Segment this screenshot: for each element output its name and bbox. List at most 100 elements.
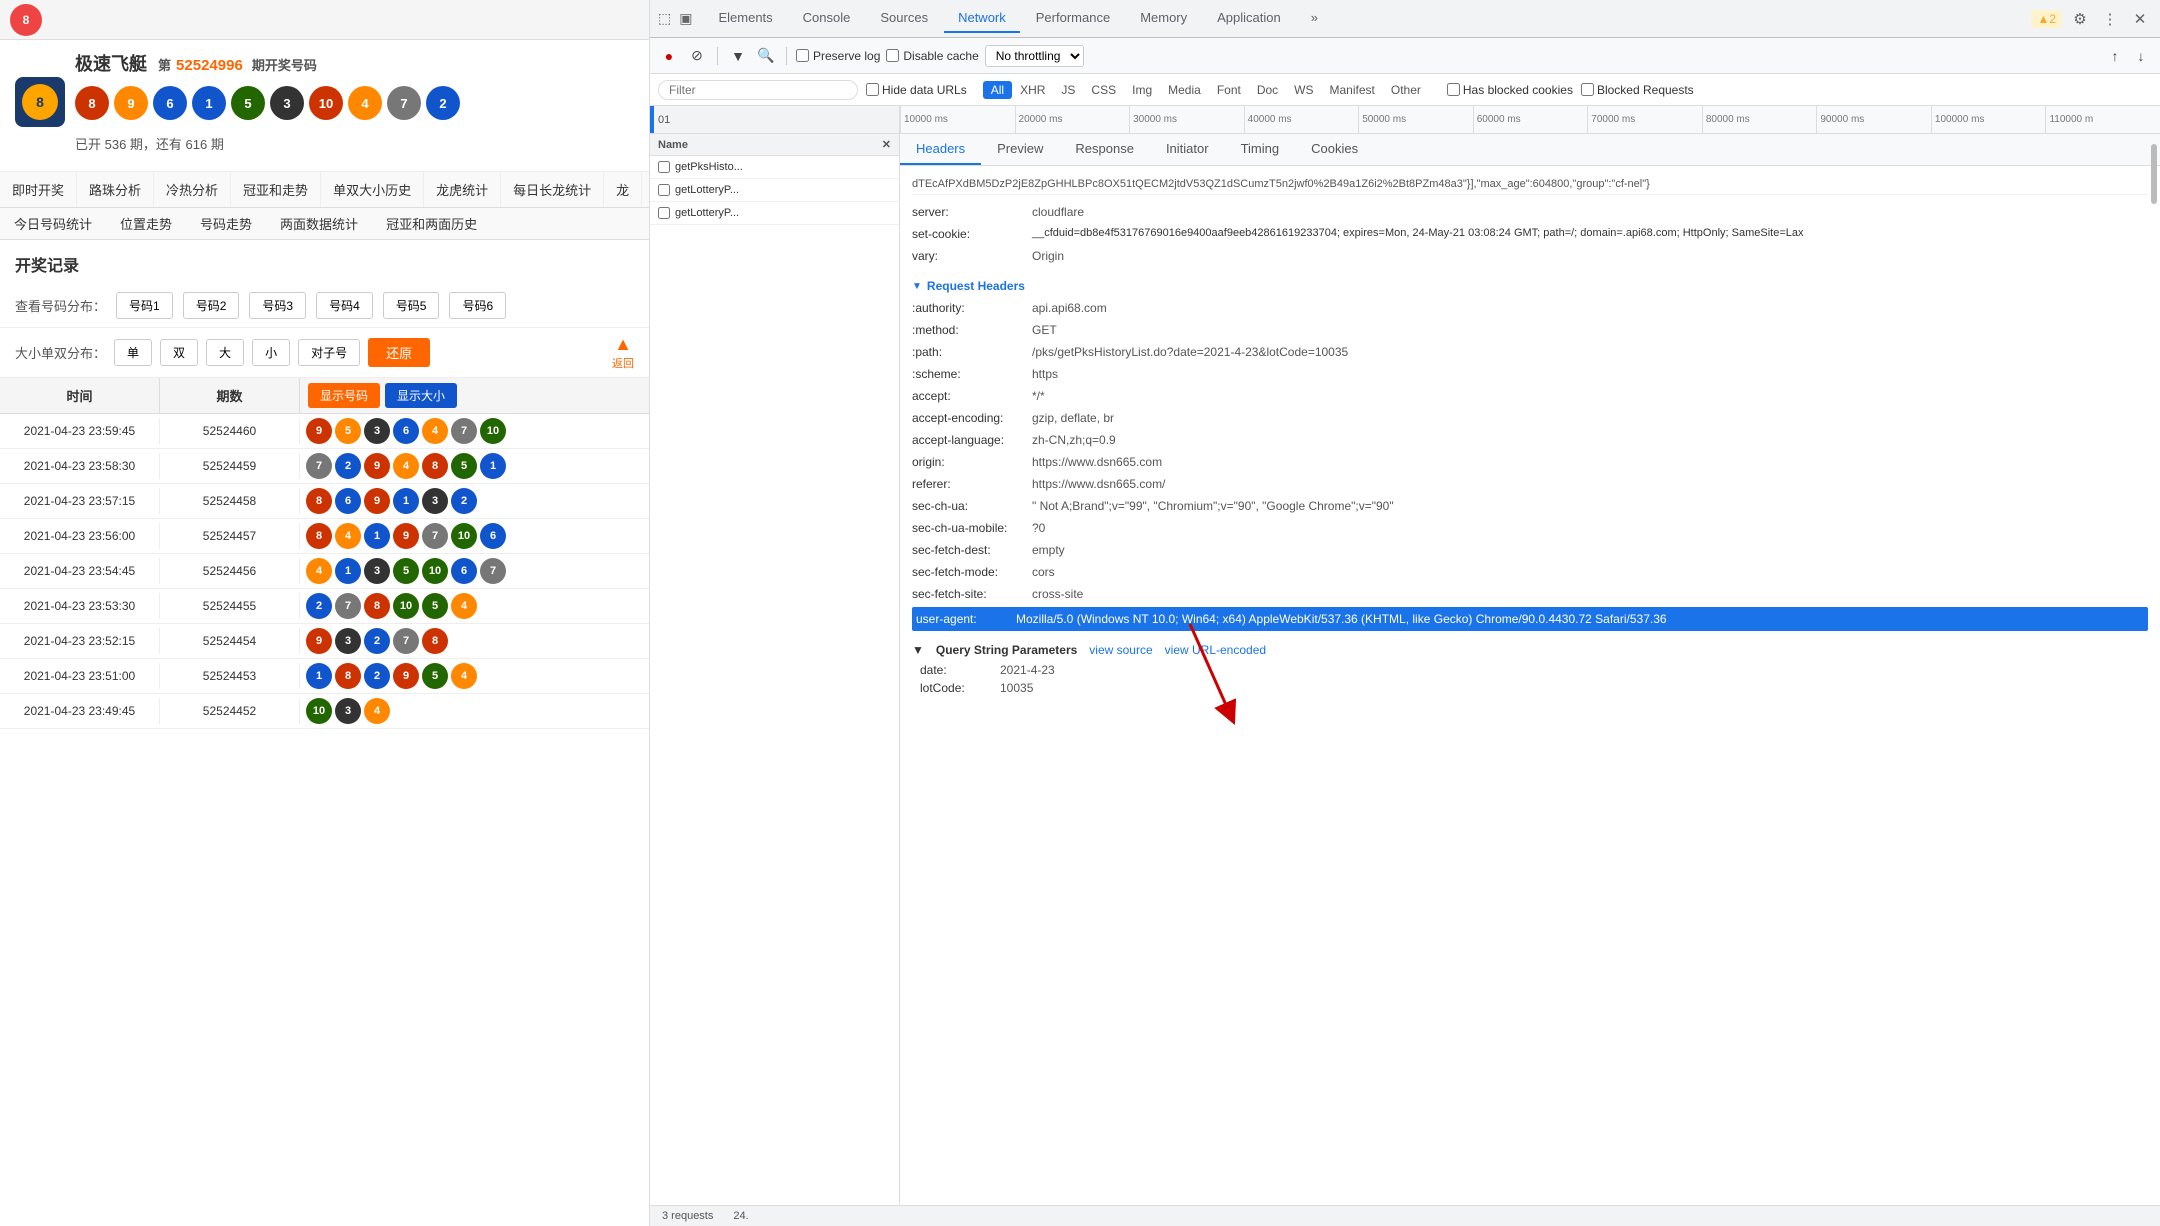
filter-font[interactable]: Font — [1209, 81, 1249, 99]
request-item-3[interactable]: getLotteryP... — [650, 202, 899, 225]
small-ball: 2 — [451, 488, 477, 514]
filter2-btn-single[interactable]: 单 — [114, 339, 152, 366]
hide-data-urls-input[interactable] — [866, 83, 879, 96]
filter2-btn-small[interactable]: 小 — [252, 339, 290, 366]
detail-tabs: Headers Preview Response Initiator Timin… — [900, 134, 2160, 166]
menu-daily[interactable]: 每日长龙统计 — [501, 172, 604, 207]
settings-icon[interactable]: ⚙ — [2068, 7, 2092, 31]
menu-roadmap[interactable]: 路珠分析 — [77, 172, 154, 207]
tab-response[interactable]: Response — [1059, 134, 1150, 165]
search-button[interactable]: 🔍 — [755, 45, 777, 67]
filter-doc[interactable]: Doc — [1249, 81, 1286, 99]
filter-input[interactable] — [658, 80, 858, 100]
filter2-btn-double[interactable]: 双 — [160, 339, 198, 366]
has-blocked-cookies-input[interactable] — [1447, 83, 1460, 96]
sub-menu-today[interactable]: 今日号码统计 — [0, 208, 106, 239]
request-headers-divider[interactable]: ▼ Request Headers — [912, 273, 2148, 297]
menu-hot-cold[interactable]: 冷热分析 — [154, 172, 231, 207]
menu-history[interactable]: 单双大小历史 — [321, 172, 424, 207]
tab-timing[interactable]: Timing — [1225, 134, 1296, 165]
tab-application[interactable]: Application — [1203, 4, 1295, 33]
tab-console[interactable]: Console — [789, 4, 865, 33]
blocked-requests-checkbox[interactable]: Blocked Requests — [1581, 83, 1694, 97]
rh-vary: vary: Origin — [912, 245, 2148, 267]
tab-memory[interactable]: Memory — [1126, 4, 1201, 33]
stop-button[interactable]: ⊘ — [686, 45, 708, 67]
tab-elements[interactable]: Elements — [704, 4, 786, 33]
has-blocked-cookies-checkbox[interactable]: Has blocked cookies — [1447, 83, 1573, 97]
preserve-log-input[interactable] — [796, 49, 809, 62]
tab-network[interactable]: Network — [944, 4, 1020, 33]
filter-btn-1[interactable]: 号码1 — [116, 292, 173, 319]
export-button[interactable]: ↓ — [2130, 45, 2152, 67]
filter-manifest[interactable]: Manifest — [1322, 81, 1383, 99]
req-checkbox-2[interactable] — [658, 184, 670, 196]
scrollbar-thumb[interactable] — [2151, 144, 2157, 204]
filter-other[interactable]: Other — [1383, 81, 1429, 99]
more-options-icon[interactable]: ⋮ — [2098, 7, 2122, 31]
filter2-btn-pair[interactable]: 对子号 — [298, 339, 360, 366]
tick-80000: 80000 ms — [1702, 106, 1817, 134]
tab-initiator[interactable]: Initiator — [1150, 134, 1225, 165]
show-number-btn[interactable]: 显示号码 — [308, 383, 380, 408]
tab-performance[interactable]: Performance — [1022, 4, 1124, 33]
filter-btn-5[interactable]: 号码5 — [383, 292, 440, 319]
small-ball: 5 — [335, 418, 361, 444]
sub-menu-number[interactable]: 号码走势 — [186, 208, 266, 239]
filter-all[interactable]: All — [983, 81, 1012, 99]
tab-cookies[interactable]: Cookies — [1295, 134, 1374, 165]
tab-preview[interactable]: Preview — [981, 134, 1059, 165]
timeline-marker — [650, 106, 654, 134]
filter2-btn-big[interactable]: 大 — [206, 339, 244, 366]
filter-btn-4[interactable]: 号码4 — [316, 292, 373, 319]
tab-sources[interactable]: Sources — [866, 4, 942, 33]
sub-menu-two-side-history[interactable]: 冠亚和两面历史 — [372, 208, 491, 239]
rh-sec-ch-ua-mobile: sec-ch-ua-mobile: ?0 — [912, 517, 2148, 539]
menu-dragon[interactable]: 龙 — [604, 172, 642, 207]
close-detail-icon[interactable]: ✕ — [882, 138, 891, 151]
menu-instant[interactable]: 即时开奖 — [0, 172, 77, 207]
req-checkbox-3[interactable] — [658, 207, 670, 219]
filter-media[interactable]: Media — [1160, 81, 1209, 99]
sub-menu-two-side[interactable]: 两面数据统计 — [266, 208, 372, 239]
show-size-btn[interactable]: 显示大小 — [385, 383, 457, 408]
request-item-2[interactable]: getLotteryP... — [650, 179, 899, 202]
filter-btn-3[interactable]: 号码3 — [249, 292, 306, 319]
filter-btn-2[interactable]: 号码2 — [183, 292, 240, 319]
filter-button[interactable]: ▼ — [727, 45, 749, 67]
req-checkbox-1[interactable] — [658, 161, 670, 173]
td-time: 2021-04-23 23:59:45 — [0, 418, 160, 444]
tab-more[interactable]: » — [1297, 4, 1332, 33]
preserve-log-checkbox[interactable]: Preserve log — [796, 49, 880, 63]
name-col-header: Name — [658, 139, 688, 151]
import-button[interactable]: ↑ — [2104, 45, 2126, 67]
menu-dragon-tiger[interactable]: 龙虎统计 — [424, 172, 501, 207]
devtools-icon-phone[interactable]: ▣ — [679, 10, 692, 27]
disable-cache-input[interactable] — [886, 49, 899, 62]
hide-data-urls-checkbox[interactable]: Hide data URLs — [866, 83, 967, 97]
td-period: 52524453 — [160, 663, 300, 689]
sub-menu-position[interactable]: 位置走势 — [106, 208, 186, 239]
record-button[interactable]: ● — [658, 45, 680, 67]
tab-headers[interactable]: Headers — [900, 134, 981, 165]
request-item-1[interactable]: getPksHisto... — [650, 156, 899, 179]
menu-trend[interactable]: 冠亚和走势 — [231, 172, 321, 207]
back-icon[interactable]: ▲ 返回 — [612, 334, 634, 371]
disable-cache-checkbox[interactable]: Disable cache — [886, 49, 978, 63]
close-devtools-icon[interactable]: ✕ — [2128, 7, 2152, 31]
filter-css[interactable]: CSS — [1083, 81, 1124, 99]
filter-img[interactable]: Img — [1124, 81, 1160, 99]
table-row: 2021-04-23 23:57:15 52524458 8 6 9 1 3 2 — [0, 484, 649, 519]
blocked-requests-input[interactable] — [1581, 83, 1594, 96]
view-source-link[interactable]: view source — [1089, 643, 1152, 657]
view-url-encoded-link[interactable]: view URL-encoded — [1165, 643, 1266, 657]
throttle-select[interactable]: No throttling Fast 3G Slow 3G — [985, 45, 1084, 67]
filter-xhr[interactable]: XHR — [1012, 81, 1053, 99]
td-period: 52524456 — [160, 558, 300, 584]
filter-js[interactable]: JS — [1053, 81, 1083, 99]
filter-btn-6[interactable]: 号码6 — [449, 292, 506, 319]
restore-button[interactable]: 还原 — [368, 338, 430, 367]
filter-ws[interactable]: WS — [1286, 81, 1321, 99]
devtools-icon-cursor[interactable]: ⬚ — [658, 10, 671, 27]
small-ball: 3 — [364, 418, 390, 444]
